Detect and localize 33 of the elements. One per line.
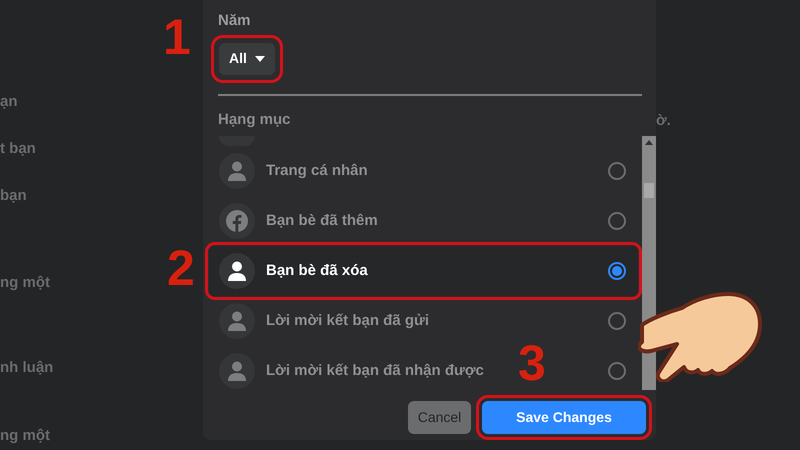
- category-option[interactable]: Lời mời kết bạn đã nhận được: [266, 360, 484, 382]
- person-icon: [219, 153, 255, 189]
- caret-icon: [254, 56, 265, 62]
- year-dropdown[interactable]: All: [219, 42, 275, 74]
- category-label: Hạng mục: [218, 110, 292, 130]
- person-icon: [219, 253, 255, 289]
- year-label: Năm: [218, 11, 252, 31]
- radio-button[interactable]: [608, 312, 626, 330]
- radio-button[interactable]: [608, 212, 626, 230]
- scroll-up-arrow-icon[interactable]: [645, 140, 653, 145]
- background-text: ờ.: [656, 111, 671, 131]
- cancel-button[interactable]: Cancel: [408, 401, 471, 434]
- background-text: ng một: [0, 273, 50, 293]
- scrollbar-thumb[interactable]: [644, 183, 654, 198]
- step-number: 2: [167, 243, 195, 293]
- person-icon: [219, 353, 255, 389]
- facebook-logo-icon: [219, 203, 255, 239]
- radio-button[interactable]: [608, 162, 626, 180]
- background-text: bạn: [0, 186, 27, 206]
- background-text: ng một: [0, 426, 50, 446]
- step-number: 3: [518, 338, 546, 388]
- radio-button[interactable]: [608, 262, 626, 280]
- radio-button[interactable]: [608, 362, 626, 380]
- background-text: ạn: [0, 92, 18, 112]
- category-option[interactable]: Bạn bè đã thêm: [266, 210, 378, 232]
- save-button[interactable]: Save Changes: [482, 401, 646, 434]
- background-text: t bạn: [0, 139, 36, 159]
- background-text: nh luận: [0, 358, 54, 378]
- person-icon: [219, 303, 255, 339]
- category-option[interactable]: Bạn bè đã xóa: [266, 260, 368, 282]
- category-option[interactable]: Trang cá nhân: [266, 160, 368, 182]
- step-number: 1: [163, 12, 191, 62]
- category-option[interactable]: Lời mời kết bạn đã gửi: [266, 310, 430, 332]
